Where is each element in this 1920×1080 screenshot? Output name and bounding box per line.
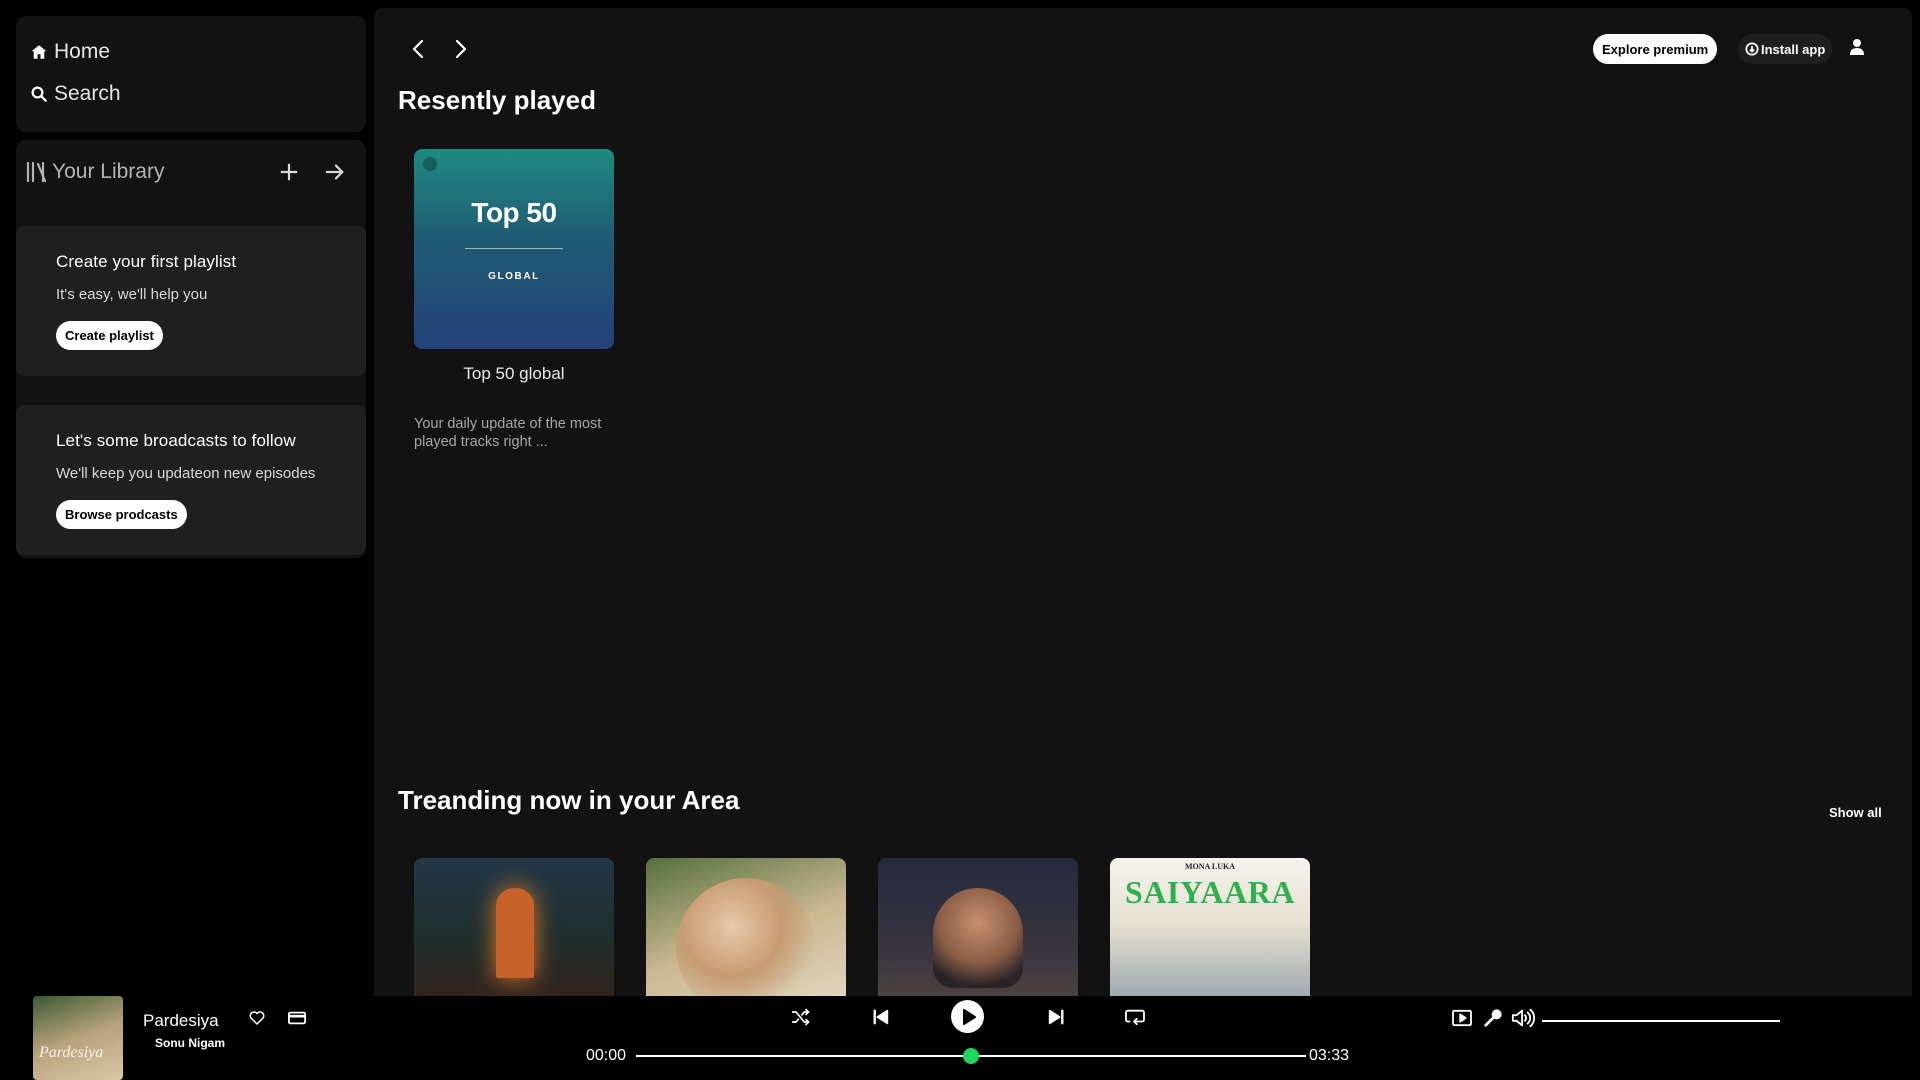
show-all-link[interactable]: Show all [1829,805,1882,820]
phone-booth-image [496,888,534,978]
explore-premium-button[interactable]: Explore premium [1593,34,1718,64]
forward-arrow-icon[interactable] [446,32,476,66]
time-current: 00:00 [586,1047,627,1064]
create-playlist-heading: Create your first playlist [56,252,237,271]
volume-slider[interactable] [1542,1020,1780,1022]
now-playing-view-icon[interactable] [1450,1007,1474,1029]
top50-cover[interactable]: Top 50 GLOBAL [414,149,614,349]
search-icon [31,86,47,102]
couple-image [676,878,816,1008]
trend-cover-3[interactable] [878,858,1078,1008]
spotify-logo-icon [423,157,437,171]
library-header: Your Library [26,152,356,192]
trend-cover-2[interactable] [646,858,846,1008]
top50-cover-subtitle: GLOBAL [488,271,540,282]
heart-icon[interactable] [246,1007,268,1029]
home-icon [31,45,47,59]
expand-arrow-icon[interactable] [320,157,350,187]
install-app-label: Install app [1761,41,1826,57]
recent-section-title: Resently played [398,85,596,115]
top50-description: Your daily update of the most played tra… [414,416,602,450]
cover-divider [465,248,563,249]
next-icon[interactable] [1045,1006,1067,1028]
device-icon[interactable] [286,1007,308,1029]
top50-cover-title: Top 50 [471,197,557,228]
saiyaara-cover-title: SAIYAARA [1125,874,1295,910]
player-bar: Pardesiya Pardesiya Sonu Nigam 00:00 03:… [0,996,1920,1080]
podcast-heading: Let's some broadcasts to follow [56,431,296,450]
time-total: 03:33 [1309,1047,1350,1064]
podcast-text: We'll keep you updateon new episodes [56,465,316,482]
library-panel: Your Library Create your first playlist … [16,140,366,558]
song-title[interactable]: Pardesiya [143,1011,219,1031]
progress-bar[interactable] [636,1048,1306,1064]
create-playlist-button[interactable]: Create playlist [56,321,163,350]
play-icon[interactable] [951,1000,984,1033]
artist-name[interactable]: Sonu Nigam [155,1036,225,1050]
podcast-card: Let's some broadcasts to follow We'll ke… [16,405,366,555]
install-app-button[interactable]: Install app [1738,34,1833,64]
progress-thumb[interactable] [963,1048,979,1064]
user-icon[interactable] [1844,34,1870,60]
back-arrow-icon[interactable] [403,32,433,66]
trend-cover-4[interactable]: MONA LUKA SAIYAARA [1110,858,1310,1008]
library-title-label: Your Library [52,160,165,183]
previous-icon[interactable] [870,1006,892,1028]
shuffle-icon[interactable] [790,1006,812,1028]
microphone-icon[interactable] [1481,1007,1505,1029]
trend-cover-1[interactable] [414,858,614,1008]
saiyaara-cover-top-text: MONA LUKA [1185,862,1235,871]
repeat-icon[interactable] [1124,1006,1146,1028]
nav-search-label: Search [54,82,121,105]
trending-section-title: Treanding now in your Area [398,785,740,815]
library-title[interactable]: Your Library [26,160,164,184]
nav-search[interactable]: Search [30,82,121,106]
browse-podcasts-button[interactable]: Browse prodcasts [56,500,187,529]
nav-home-label: Home [54,40,111,63]
library-icon [26,161,47,183]
top50-title[interactable]: Top 50 global [414,364,614,384]
create-playlist-card: Create your first playlist It's easy, we… [16,226,366,376]
nav-home[interactable]: Home [30,40,110,64]
volume-icon[interactable] [1510,1006,1536,1030]
nav-panel: Home Search [16,16,366,132]
create-playlist-text: It's easy, we'll help you [56,286,208,303]
now-playing-cover[interactable]: Pardesiya [33,996,123,1080]
download-circle-icon [1745,42,1759,56]
now-playing-cover-text: Pardesiya [39,1044,104,1061]
singer-portrait-image [933,888,1023,988]
main-content: Explore premium Install app Resently pla… [374,8,1912,1008]
add-icon[interactable] [274,157,304,187]
